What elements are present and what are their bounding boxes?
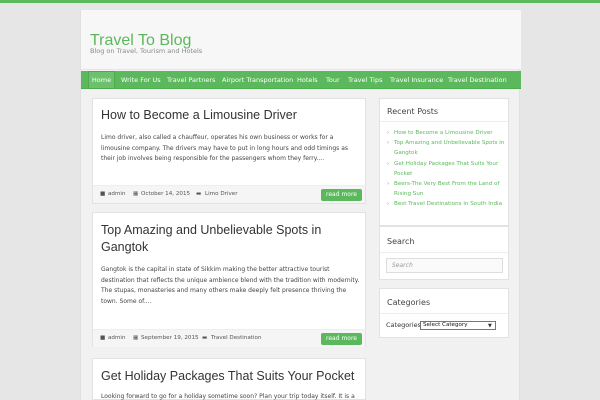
post-date[interactable]: September 19, 2015 — [141, 335, 199, 341]
folder-icon: ▬ — [202, 335, 208, 341]
recent-post-link[interactable]: › Beers-The Very Best From the Land of Ri… — [387, 179, 507, 199]
widget-title: Categories — [387, 298, 431, 307]
widget-divider — [380, 313, 508, 314]
widget-divider — [380, 252, 508, 253]
nav-airport-transportation[interactable]: Airport Transportation — [222, 71, 293, 89]
nav-home[interactable]: Home — [88, 71, 115, 89]
nav-hotels[interactable]: Hotels — [297, 71, 318, 89]
post-excerpt: Gangtok is the capital in state of Sikki… — [101, 266, 360, 305]
nav-travel-destination[interactable]: Travel Destination — [448, 71, 507, 89]
main-navigation: Home Write For Us Travel Partners Airpor… — [81, 71, 521, 89]
widget-title: Recent Posts — [387, 107, 439, 116]
post-title[interactable]: Top Amazing and Unbelievable Spots in Ga… — [101, 222, 359, 256]
arrow-right-icon: › — [387, 201, 390, 208]
arrow-right-icon: › — [387, 130, 390, 136]
arrow-right-icon: › — [387, 140, 390, 147]
categories-selected-value: Select Category — [423, 322, 468, 328]
categories-widget: Categories Categories Select Category ▼ — [379, 288, 509, 338]
search-input[interactable]: Search — [386, 258, 503, 273]
top-accent-strip — [0, 0, 600, 3]
post-author[interactable]: admin — [108, 191, 126, 197]
post-category[interactable]: Travel Destination — [211, 335, 262, 341]
arrow-right-icon: › — [387, 181, 390, 188]
recent-post-link[interactable]: › How to Become a Limousine Driver — [387, 128, 507, 138]
site-description: Blog on Travel, Tourism and Hotels — [90, 47, 203, 55]
post-card: Get Holiday Packages That Suits Your Poc… — [92, 358, 366, 400]
post-meta: ■ admin ▦ October 14, 2015 ▬ Limo Driver… — [93, 185, 365, 203]
read-more-button[interactable]: read more — [321, 333, 362, 345]
recent-posts-list: › How to Become a Limousine Driver › Top A… — [387, 128, 507, 210]
post-card: How to Become a Limousine Driver Limo dr… — [92, 98, 366, 204]
chevron-down-icon: ▼ — [488, 323, 492, 329]
post-excerpt: Limo driver, also called a chauffeur, op… — [101, 134, 348, 162]
page-wrapper: Travel To Blog Blog on Travel, Tourism a… — [80, 10, 521, 400]
nav-travel-partners[interactable]: Travel Partners — [167, 71, 215, 89]
recent-post-link[interactable]: › Get Holiday Packages That Suits Your Po… — [387, 159, 507, 179]
user-icon: ■ — [100, 191, 106, 197]
nav-travel-tips[interactable]: Travel Tips — [348, 71, 382, 89]
read-more-button[interactable]: read more — [321, 189, 362, 201]
post-category[interactable]: Limo Driver — [205, 191, 238, 197]
post-excerpt: Looking forward to go for a holiday some… — [101, 393, 355, 400]
post-date[interactable]: October 14, 2015 — [141, 191, 190, 197]
widget-divider — [380, 121, 508, 122]
search-widget: Search Search — [379, 226, 509, 280]
nav-write-for-us[interactable]: Write For Us — [121, 71, 161, 89]
post-title[interactable]: How to Become a Limousine Driver — [101, 107, 297, 124]
post-meta: ■ admin ▦ September 19, 2015 ▬ Travel De… — [93, 329, 365, 347]
calendar-icon: ▦ — [133, 191, 139, 197]
recent-posts-widget: Recent Posts › How to Become a Limousine … — [379, 98, 509, 226]
nav-tour[interactable]: Tour — [326, 71, 340, 89]
post-card: Top Amazing and Unbelievable Spots in Ga… — [92, 212, 366, 347]
calendar-icon: ▦ — [133, 335, 139, 341]
categories-select[interactable]: Select Category ▼ — [420, 321, 496, 330]
post-title[interactable]: Get Holiday Packages That Suits Your Poc… — [101, 368, 354, 385]
post-author[interactable]: admin — [108, 335, 126, 341]
folder-icon: ▬ — [196, 191, 202, 197]
user-icon: ■ — [100, 335, 106, 341]
nav-travel-insurance[interactable]: Travel Insurance — [390, 71, 443, 89]
recent-post-link[interactable]: › Best Travel Destinations in South India — [387, 199, 507, 209]
categories-label: Categories — [386, 321, 422, 329]
widget-title: Search — [387, 237, 415, 246]
recent-post-link[interactable]: › Top Amazing and Unbelievable Spots in G… — [387, 138, 507, 158]
arrow-right-icon: › — [387, 160, 390, 167]
site-header: Travel To Blog Blog on Travel, Tourism a… — [81, 10, 521, 70]
